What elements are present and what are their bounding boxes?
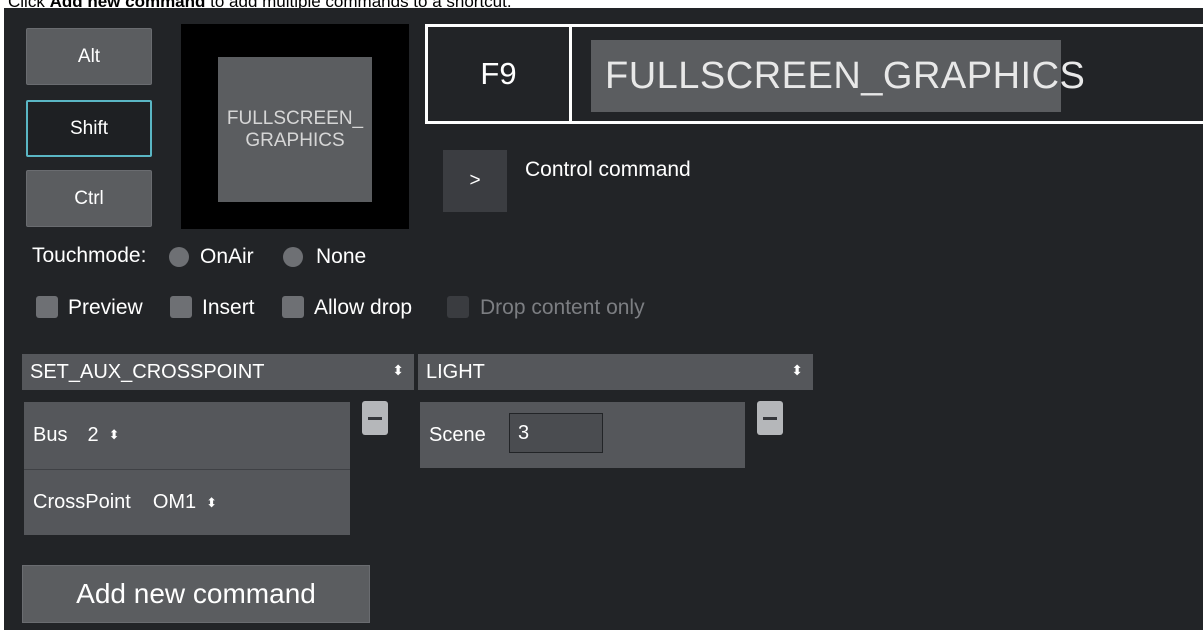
command-select-set-aux-crosspoint[interactable]: SET_AUX_CROSSPOINT ⬍ bbox=[22, 354, 414, 390]
touchmode-onair-radio[interactable] bbox=[169, 247, 189, 267]
scene-input[interactable]: 3 bbox=[509, 413, 603, 453]
spinner-arrows-icon[interactable]: ⬍ bbox=[206, 495, 217, 511]
spinner-arrows-icon[interactable]: ⬍ bbox=[109, 427, 120, 443]
control-command-expand-button[interactable]: > bbox=[443, 150, 507, 212]
touchmode-onair-label: OnAir bbox=[200, 245, 254, 268]
command-select-value: SET_AUX_CROSSPOINT bbox=[30, 360, 265, 383]
shortcut-header: F9 FULLSCREEN_GRAPHICS bbox=[425, 24, 1203, 124]
ctrl-modifier-button[interactable]: Ctrl bbox=[26, 170, 152, 227]
touchmode-none-label: None bbox=[316, 245, 367, 268]
shortcut-editor-panel: Alt Shift Ctrl FULLSCREEN_ GRAPHICS F9 F… bbox=[4, 8, 1203, 630]
command-select-value: LIGHT bbox=[426, 360, 485, 383]
command-params-light: Scene 3 bbox=[420, 402, 745, 468]
select-arrow-icon: ⬍ bbox=[392, 362, 404, 378]
command-select-light[interactable]: LIGHT ⬍ bbox=[418, 354, 813, 390]
minus-icon bbox=[763, 416, 777, 420]
shift-modifier-button[interactable]: Shift bbox=[26, 100, 152, 157]
preview-checkbox[interactable] bbox=[36, 296, 58, 318]
alt-modifier-button[interactable]: Alt bbox=[26, 28, 152, 85]
allow-drop-checkbox[interactable] bbox=[282, 296, 304, 318]
select-arrow-icon: ⬍ bbox=[791, 362, 803, 378]
remove-command-button[interactable] bbox=[757, 401, 783, 435]
preview-label: FULLSCREEN_ GRAPHICS bbox=[218, 57, 372, 202]
insert-option-label: Insert bbox=[202, 296, 255, 319]
touchmode-none-radio[interactable] bbox=[283, 247, 303, 267]
param-row-scene: Scene 3 bbox=[420, 402, 745, 468]
preview-option-label: Preview bbox=[68, 296, 143, 319]
allow-drop-option-label: Allow drop bbox=[314, 296, 413, 319]
command-params-set-aux-crosspoint: Bus 2 ⬍ CrossPoint OM1 ⬍ bbox=[24, 402, 350, 535]
param-value-spinner[interactable]: 2 bbox=[87, 424, 98, 447]
shortcut-key: F9 bbox=[428, 27, 572, 121]
param-label: Bus bbox=[33, 423, 68, 446]
param-value-spinner[interactable]: OM1 bbox=[153, 491, 196, 514]
shortcut-preview-tile[interactable]: FULLSCREEN_ GRAPHICS bbox=[181, 24, 409, 229]
drop-content-only-label: Drop content only bbox=[480, 296, 645, 319]
add-new-command-button[interactable]: Add new command bbox=[22, 565, 370, 623]
remove-command-button[interactable] bbox=[362, 401, 388, 435]
param-label: CrossPoint bbox=[33, 491, 131, 513]
param-label: Scene bbox=[429, 423, 486, 446]
instruction-text: Click Add new command to add multiple co… bbox=[8, 0, 512, 11]
insert-checkbox[interactable] bbox=[170, 296, 192, 318]
minus-icon bbox=[368, 416, 382, 420]
touchmode-label: Touchmode: bbox=[32, 244, 147, 267]
control-command-label: Control command bbox=[525, 158, 691, 181]
param-row-bus: Bus 2 ⬍ bbox=[24, 402, 350, 468]
drop-content-only-checkbox[interactable] bbox=[447, 296, 469, 318]
param-row-crosspoint: CrossPoint OM1 ⬍ bbox=[24, 469, 350, 535]
shortcut-name-field[interactable]: FULLSCREEN_GRAPHICS bbox=[591, 40, 1085, 112]
